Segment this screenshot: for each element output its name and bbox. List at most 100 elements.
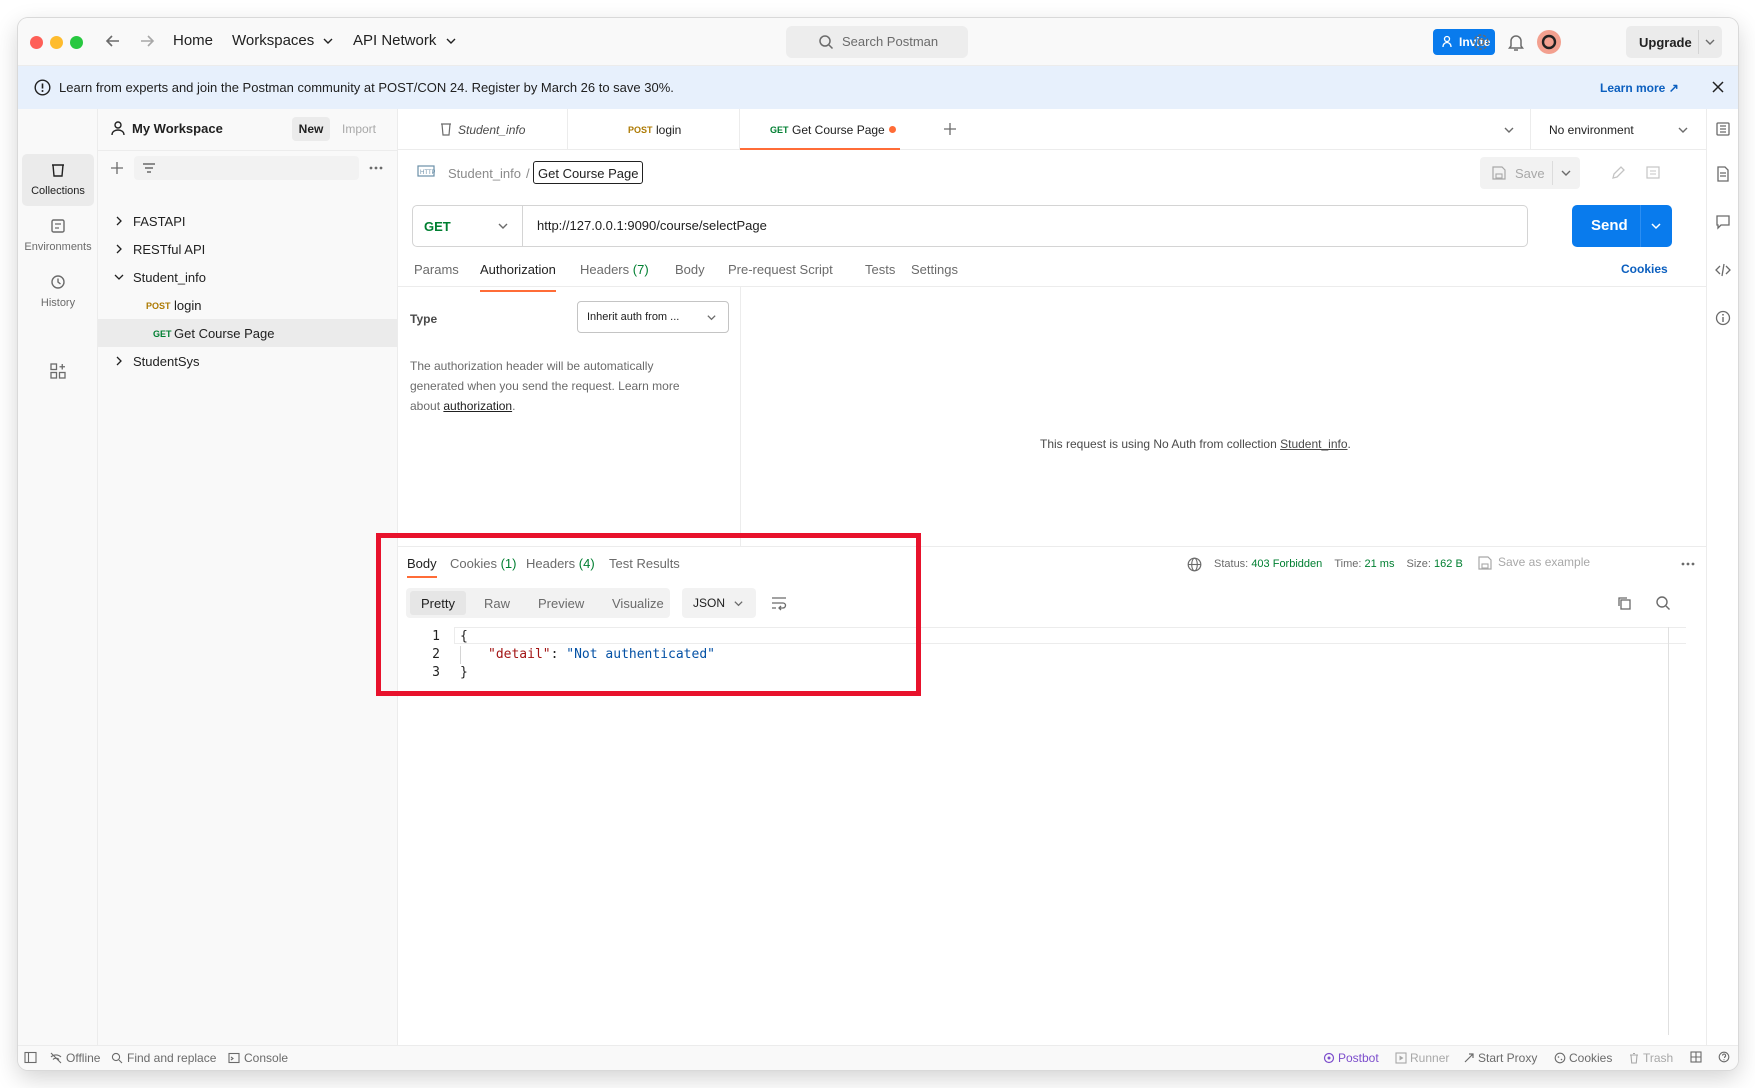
time-value[interactable]: 21 ms [1364,558,1394,570]
find-replace-button[interactable]: Find and replace [111,1051,216,1065]
auth-desc-about: about [410,399,441,413]
tab-params[interactable]: Params [414,262,459,292]
environment-quick-look-icon[interactable] [1715,121,1731,137]
back-arrow-icon[interactable] [104,32,122,50]
chevron-down-icon[interactable] [1560,167,1572,179]
title-bar: Home Workspaces API Network Search Postm… [18,18,1738,66]
edit-pencil-icon[interactable] [1610,165,1626,181]
collection-link[interactable]: Student_info [1280,437,1347,451]
comment-icon[interactable] [1645,165,1661,181]
send-button[interactable]: Send [1572,205,1672,247]
auth-info-end: . [1347,437,1351,451]
chevron-right-icon [114,216,124,226]
method-badge: GET [770,125,789,135]
close-icon[interactable] [1711,80,1725,94]
method-select[interactable]: GET [413,206,523,246]
comments-icon[interactable] [1715,214,1731,230]
documentation-icon[interactable] [1715,166,1731,182]
import-button[interactable]: Import [342,122,376,136]
tab-headers[interactable]: Headers (7) [580,262,649,292]
api-network-menu[interactable]: API Network [353,32,457,49]
tab-student-info[interactable]: Student_info [398,109,568,150]
left-rail: Collections Environments History [18,109,98,1049]
chevron-down-icon[interactable] [1503,124,1515,136]
request-item-login[interactable]: POST login [98,291,397,319]
workspaces-label: Workspaces [232,32,315,49]
tab-settings[interactable]: Settings [911,262,958,292]
search-bar[interactable]: Search Postman [786,26,968,58]
learn-more-link[interactable]: Learn more ↗ [1600,81,1679,95]
two-pane-layout-icon[interactable] [1690,1051,1702,1063]
collection-item-studentsys[interactable]: StudentSys [98,347,397,375]
status-value[interactable]: 403 Forbidden [1251,558,1322,570]
forward-arrow-icon[interactable] [138,32,156,50]
divider [1640,205,1641,247]
save-as-example-button[interactable]: Save as example [1478,555,1590,570]
home-link[interactable]: Home [173,32,213,49]
new-button[interactable]: New [292,117,330,141]
postbot-button[interactable]: Postbot [1323,1051,1379,1065]
info-icon[interactable] [1715,310,1731,326]
url-input[interactable]: http://127.0.0.1:9090/course/selectPage [537,218,767,233]
configure-workspace-icon[interactable] [49,362,67,380]
notifications-bell-icon[interactable] [1507,32,1525,52]
close-window-button[interactable] [30,36,43,49]
tab-login[interactable]: POST login [568,109,740,150]
info-circle-icon [34,79,51,96]
http-request-icon: HTTP [417,163,435,179]
rail-item-environments[interactable]: Environments [22,210,94,260]
more-options-icon[interactable] [1680,560,1696,568]
svg-text:HTTP: HTTP [420,170,435,176]
offline-status[interactable]: Offline [50,1051,100,1065]
chevron-right-icon [114,356,124,366]
save-button[interactable]: Save [1480,157,1580,189]
collection-item-restful-api[interactable]: RESTful API [98,235,397,263]
tab-get-course-page[interactable]: GET Get Course Page [740,109,900,150]
chevron-down-icon[interactable] [1650,220,1662,232]
request-name-field[interactable]: Get Course Page [533,161,644,184]
minimize-window-button[interactable] [50,36,63,49]
rail-item-collections[interactable]: Collections [22,154,94,206]
cookies-link[interactable]: Cookies [1621,262,1668,292]
tab-body[interactable]: Body [675,262,705,292]
code-icon[interactable] [1715,262,1731,278]
workspaces-menu[interactable]: Workspaces [232,32,334,49]
tab-tests[interactable]: Tests [865,262,895,292]
collection-item-student-info[interactable]: Student_info [98,263,397,291]
plus-icon[interactable] [943,122,957,136]
chevron-down-icon[interactable] [1704,36,1716,48]
filter-input[interactable] [134,156,359,180]
settings-gear-icon[interactable] [1471,32,1491,52]
console-button[interactable]: Console [228,1051,288,1065]
globe-icon[interactable] [1187,557,1202,572]
start-proxy-button[interactable]: Start Proxy [1463,1051,1537,1065]
search-icon[interactable] [1655,595,1671,611]
plus-icon[interactable] [110,161,124,175]
rail-item-history[interactable]: History [22,266,94,316]
avatar[interactable] [1537,30,1561,54]
maximize-window-button[interactable] [70,36,83,49]
tab-authorization[interactable]: Authorization [480,262,556,292]
collection-item-fastapi[interactable]: FASTAPI [98,207,397,235]
breadcrumb-collection[interactable]: Student_info [448,166,521,181]
tree-label: FASTAPI [133,214,186,229]
authorization-docs-link[interactable]: authorization [443,399,512,413]
trash-button[interactable]: Trash [1628,1051,1673,1065]
cookies-button[interactable]: Cookies [1554,1051,1612,1065]
tab-pre-request-script[interactable]: Pre-request Script [728,262,833,292]
size-value[interactable]: 162 B [1434,558,1463,570]
environment-selector[interactable]: No environment [1531,109,1696,150]
tab-label: Get Course Page [792,123,885,137]
editor-scrollbar[interactable] [1668,627,1684,1035]
annotation-highlight-box [376,533,921,696]
upgrade-button[interactable]: Upgrade [1626,26,1722,58]
runner-button[interactable]: Runner [1395,1051,1449,1065]
search-icon [111,1052,123,1064]
copy-icon[interactable] [1616,595,1632,611]
toggle-sidebar-icon[interactable] [24,1051,37,1064]
auth-type-select[interactable]: Inherit auth from ... [577,301,729,333]
request-item-get-course-page[interactable]: GET Get Course Page [98,319,397,347]
runner-label: Runner [1410,1051,1450,1065]
more-options-icon[interactable] [368,161,384,175]
help-icon[interactable] [1718,1051,1730,1063]
